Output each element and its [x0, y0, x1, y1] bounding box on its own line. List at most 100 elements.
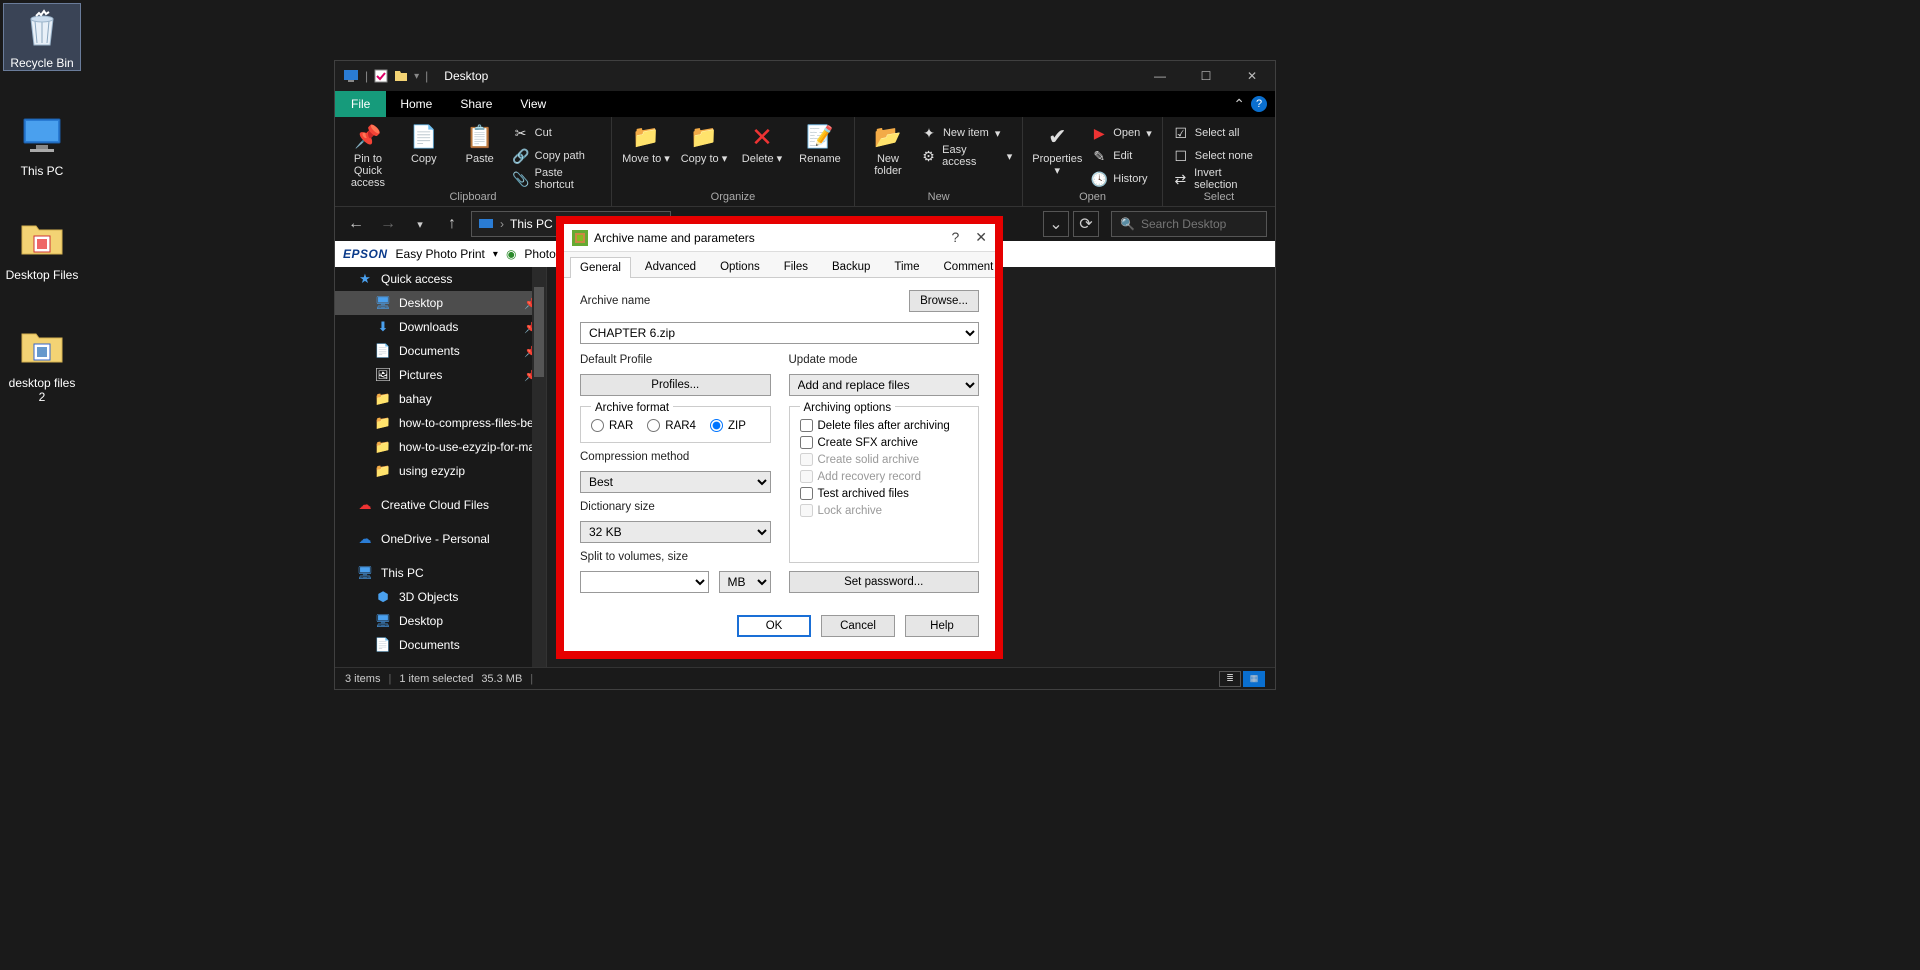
- close-button[interactable]: ✕: [1229, 61, 1275, 91]
- refresh-button[interactable]: ⟳: [1073, 211, 1099, 237]
- tree-desktop[interactable]: 🖥Desktop📌: [335, 291, 546, 315]
- tree-desktop-2[interactable]: 🖥Desktop: [335, 609, 546, 633]
- tab-general[interactable]: General: [570, 257, 631, 278]
- breadcrumb-this-pc[interactable]: This PC: [510, 217, 553, 231]
- tree-creative-cloud[interactable]: ☁Creative Cloud Files: [335, 493, 546, 517]
- paste-button[interactable]: 📋 Paste: [457, 121, 503, 165]
- invert-selection-button[interactable]: ⇄Invert selection: [1173, 169, 1265, 189]
- search-input[interactable]: [1141, 217, 1258, 231]
- split-size-input[interactable]: [580, 571, 709, 593]
- move-to-button[interactable]: 📁Move to ▾: [622, 121, 670, 165]
- up-button[interactable]: ↑: [439, 211, 465, 237]
- tree-bahay[interactable]: 📁bahay: [335, 387, 546, 411]
- group-label: New: [865, 189, 1012, 206]
- copy-to-button[interactable]: 📁Copy to ▾: [680, 121, 728, 165]
- tree-onedrive[interactable]: ☁OneDrive - Personal: [335, 527, 546, 551]
- set-password-button[interactable]: Set password...: [789, 571, 980, 593]
- split-unit-select[interactable]: MB: [719, 571, 771, 593]
- search-box[interactable]: 🔍: [1111, 211, 1267, 237]
- format-zip-radio[interactable]: ZIP: [710, 419, 746, 432]
- tree-howto-compress[interactable]: 📁how-to-compress-files-befo: [335, 411, 546, 435]
- select-all-button[interactable]: ☑Select all: [1173, 123, 1265, 143]
- cube-icon: ⬢: [375, 589, 391, 605]
- rename-button[interactable]: 📝Rename: [796, 121, 844, 165]
- easy-access-button[interactable]: ⚙Easy access ▾: [921, 146, 1012, 166]
- icons-view-button[interactable]: ▦: [1243, 671, 1265, 687]
- help-button[interactable]: ?: [1251, 96, 1267, 112]
- recent-button[interactable]: ▾: [407, 211, 433, 237]
- format-rar4-radio[interactable]: RAR4: [647, 419, 696, 432]
- cut-button[interactable]: ✂Cut: [513, 123, 601, 143]
- forward-button[interactable]: →: [375, 211, 401, 237]
- desktop-icon-desktop-files-2[interactable]: desktop files 2: [4, 324, 80, 404]
- compression-select[interactable]: Best: [580, 471, 771, 493]
- copy-path-button[interactable]: 🔗Copy path: [513, 146, 601, 166]
- tree-documents-2[interactable]: 📄Documents: [335, 633, 546, 657]
- collapse-ribbon-button[interactable]: ⌃: [1233, 96, 1245, 113]
- dialog-close-button[interactable]: ✕: [975, 229, 987, 246]
- address-dropdown-button[interactable]: ⌄: [1043, 211, 1069, 237]
- browse-button[interactable]: Browse...: [909, 290, 979, 312]
- desktop-icon-desktop-files[interactable]: Desktop Files: [4, 216, 80, 282]
- scrollbar-thumb[interactable]: [534, 287, 544, 377]
- titlebar[interactable]: | ▾ | Desktop — ☐ ✕: [335, 61, 1275, 91]
- desktop-icon-recycle-bin[interactable]: Recycle Bin: [4, 4, 80, 70]
- share-menu[interactable]: Share: [446, 91, 506, 117]
- sidebar-scrollbar[interactable]: [532, 267, 546, 667]
- checkbox-icon[interactable]: [374, 69, 388, 83]
- dialog-titlebar[interactable]: Archive name and parameters ? ✕: [564, 224, 995, 252]
- dictionary-select[interactable]: 32 KB: [580, 521, 771, 543]
- minimize-button[interactable]: —: [1137, 61, 1183, 91]
- tree-howto-ezyzip[interactable]: 📁how-to-use-ezyzip-for-maxi: [335, 435, 546, 459]
- tree-downloads[interactable]: ⬇Downloads📌: [335, 315, 546, 339]
- tab-time[interactable]: Time: [884, 256, 929, 277]
- onedrive-icon: ☁: [357, 531, 373, 547]
- dialog-help-button[interactable]: ?: [951, 229, 959, 246]
- archive-name-input[interactable]: CHAPTER 6.zip: [580, 322, 979, 344]
- properties-button[interactable]: ✔Properties ▾: [1033, 121, 1081, 177]
- maximize-button[interactable]: ☐: [1183, 61, 1229, 91]
- back-button[interactable]: ←: [343, 211, 369, 237]
- recycle-bin-icon: [18, 4, 66, 52]
- tree-3d-objects[interactable]: ⬢3D Objects: [335, 585, 546, 609]
- file-menu[interactable]: File: [335, 91, 386, 117]
- open-button[interactable]: ▶Open ▾: [1091, 123, 1151, 143]
- folder-small-icon[interactable]: [394, 70, 408, 82]
- folder-icon: [18, 216, 66, 264]
- history-button[interactable]: 🕓History: [1091, 169, 1151, 189]
- delete-button[interactable]: ✕Delete ▾: [738, 121, 786, 165]
- profiles-button[interactable]: Profiles...: [580, 374, 771, 396]
- new-folder-button[interactable]: 📂New folder: [865, 121, 911, 177]
- update-mode-select[interactable]: Add and replace files: [789, 374, 980, 396]
- cancel-button[interactable]: Cancel: [821, 615, 895, 637]
- view-menu[interactable]: View: [506, 91, 560, 117]
- tree-using-ezyzip[interactable]: 📁using ezyzip: [335, 459, 546, 483]
- tab-options[interactable]: Options: [710, 256, 770, 277]
- new-item-button[interactable]: ✦New item ▾: [921, 123, 1012, 143]
- copy-button[interactable]: 📄 Copy: [401, 121, 447, 165]
- opt-delete-check[interactable]: Delete files after archiving: [800, 419, 969, 432]
- tab-backup[interactable]: Backup: [822, 256, 880, 277]
- help-button[interactable]: Help: [905, 615, 979, 637]
- format-rar-radio[interactable]: RAR: [591, 419, 633, 432]
- paste-shortcut-button[interactable]: 📎Paste shortcut: [513, 169, 601, 189]
- desktop-icon-this-pc[interactable]: This PC: [4, 112, 80, 178]
- epson-easy-photo-print[interactable]: Easy Photo Print: [396, 247, 485, 261]
- epson-photo[interactable]: Photo: [524, 247, 555, 261]
- details-view-button[interactable]: ≣: [1219, 671, 1241, 687]
- tree-documents[interactable]: 📄Documents📌: [335, 339, 546, 363]
- tab-advanced[interactable]: Advanced: [635, 256, 706, 277]
- home-menu[interactable]: Home: [386, 91, 446, 117]
- copy-to-icon: 📁: [690, 123, 718, 151]
- ok-button[interactable]: OK: [737, 615, 811, 637]
- tree-pictures[interactable]: 🖼Pictures📌: [335, 363, 546, 387]
- opt-test-check[interactable]: Test archived files: [800, 487, 969, 500]
- opt-sfx-check[interactable]: Create SFX archive: [800, 436, 969, 449]
- tree-this-pc[interactable]: 🖥This PC: [335, 561, 546, 585]
- select-none-button[interactable]: ☐Select none: [1173, 146, 1265, 166]
- edit-button[interactable]: ✎Edit: [1091, 146, 1151, 166]
- tab-comment[interactable]: Comment: [934, 256, 1004, 277]
- pin-to-quick-access-button[interactable]: 📌 Pin to Quick access: [345, 121, 391, 189]
- tab-files[interactable]: Files: [774, 256, 818, 277]
- tree-quick-access[interactable]: ★Quick access: [335, 267, 546, 291]
